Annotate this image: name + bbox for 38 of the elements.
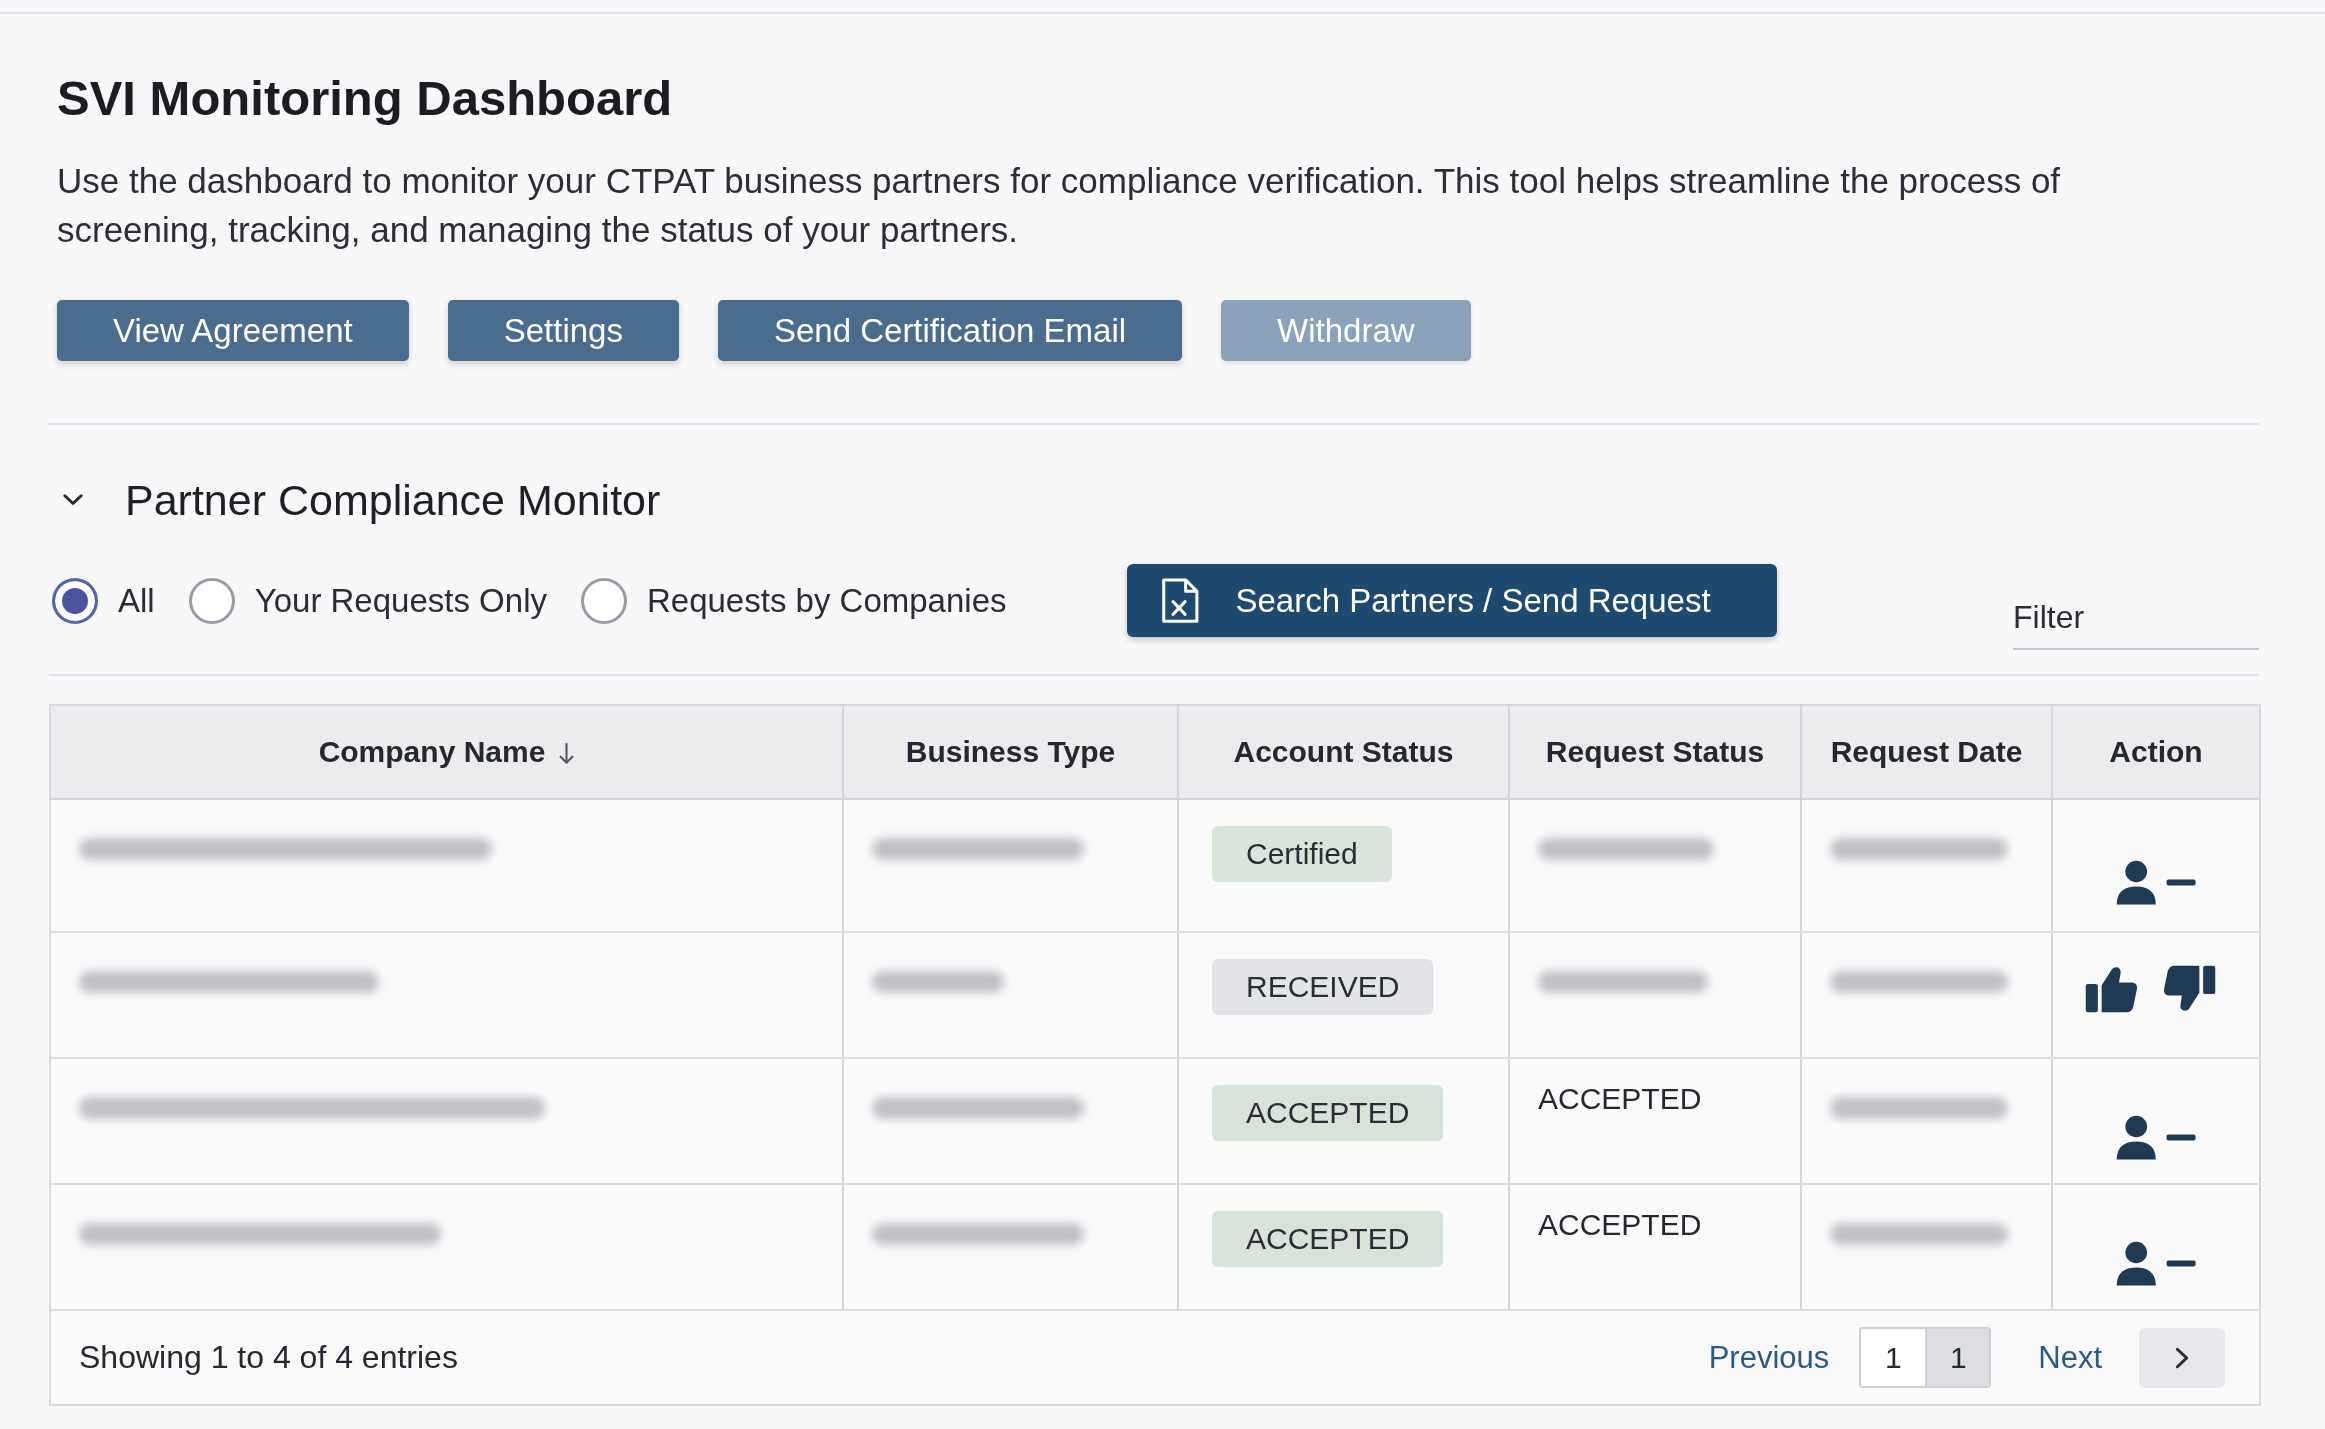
next-link[interactable]: Next xyxy=(2038,1339,2102,1376)
page-button[interactable]: 1 xyxy=(1861,1329,1926,1386)
file-x-icon xyxy=(1159,578,1200,623)
column-header: Business Type xyxy=(905,735,1116,769)
status-badge: RECEIVED xyxy=(1212,959,1434,1015)
column-header: Action xyxy=(2109,735,2203,769)
filter-field[interactable]: Filter xyxy=(2013,586,2259,650)
thumbs-down-icon[interactable] xyxy=(2162,965,2216,1013)
chevron-right-icon xyxy=(2175,1346,2189,1369)
request-status-text: ACCEPTED xyxy=(1538,1081,1702,1117)
page-button[interactable]: 1 xyxy=(1925,1329,1990,1386)
status-badge: ACCEPTED xyxy=(1212,1211,1444,1267)
status-badge: Certified xyxy=(1212,826,1392,882)
action-button[interactable]: Send Certification Email xyxy=(717,300,1183,361)
page-title: SVI Monitoring Dashboard xyxy=(57,70,674,127)
action-button[interactable]: View Agreement xyxy=(57,300,409,361)
column-header: Request Status xyxy=(1545,735,1765,769)
arrow-down-icon[interactable] xyxy=(559,743,575,765)
remove-user-icon[interactable] xyxy=(2115,1241,2197,1287)
search-partners-button[interactable]: Search Partners / Send Request xyxy=(1126,564,1777,637)
chevron-down-icon[interactable] xyxy=(63,494,83,506)
section-title: Partner Compliance Monitor xyxy=(125,475,661,525)
request-status-text: ACCEPTED xyxy=(1538,1207,1702,1243)
column-header: Account Status xyxy=(1233,735,1454,769)
status-badge: ACCEPTED xyxy=(1212,1085,1444,1141)
thumbs-up-icon[interactable] xyxy=(2084,965,2138,1013)
remove-user-icon[interactable] xyxy=(2115,859,2197,906)
previous-link[interactable]: Previous xyxy=(1708,1339,1830,1376)
entries-summary: Showing 1 to 4 of 4 entries xyxy=(79,1339,458,1376)
radio-button[interactable] xyxy=(52,577,98,624)
radio-label[interactable]: Your Requests Only xyxy=(254,581,547,620)
column-header[interactable]: Company Name xyxy=(318,735,546,769)
action-button[interactable]: Settings xyxy=(447,300,679,361)
page-description: Use the dashboard to monitor your CTPAT business partners for compliance verification. This tool helps streamline the process of screening, tracking, and managing the status of your partners. xyxy=(57,160,2062,251)
remove-user-icon[interactable] xyxy=(2115,1115,2197,1161)
radio-label[interactable]: Requests by Companies xyxy=(646,581,1007,620)
column-header: Request Date xyxy=(1830,735,2023,769)
radio-label[interactable]: All xyxy=(118,581,155,620)
